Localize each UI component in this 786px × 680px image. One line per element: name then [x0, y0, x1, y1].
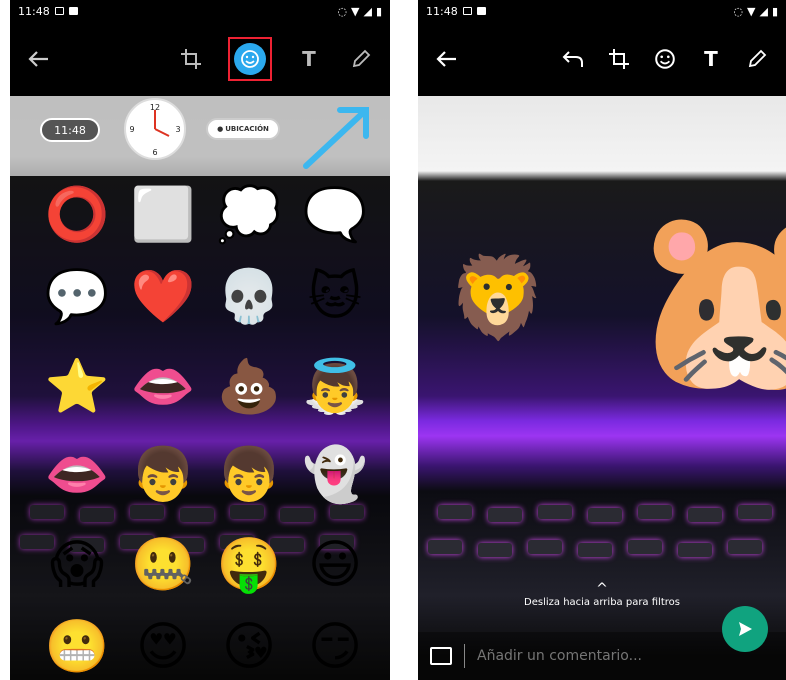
alarm-icon: ◌	[337, 4, 347, 18]
angel-sticker[interactable]: 👼	[300, 352, 370, 422]
crop-rotate-icon[interactable]	[176, 44, 206, 74]
clock-number-3: 3	[175, 125, 180, 134]
clock-number-9: 9	[129, 125, 134, 134]
gallery-icon[interactable]	[430, 647, 452, 665]
chevron-up-icon: ^	[596, 581, 608, 597]
screaming-face-sticker[interactable]: 😱	[42, 530, 112, 600]
thought-bubble-sticker[interactable]: 💭	[214, 180, 284, 250]
poop-sticker[interactable]: 💩	[214, 352, 284, 422]
emoji-icon	[234, 43, 266, 75]
boy-sticker[interactable]: 👦	[128, 440, 198, 510]
swipe-up-hint[interactable]: ^ Desliza hacia arriba para filtros	[418, 581, 786, 608]
cat-face-sticker[interactable]: 🐱	[300, 262, 370, 332]
alarm-icon: ◌	[733, 4, 743, 18]
notification-icon	[476, 7, 486, 15]
battery-icon: ▮	[771, 4, 778, 18]
undo-icon[interactable]	[558, 44, 588, 74]
hamster-sticker[interactable]: 🐹	[628, 210, 786, 390]
kissing-face-sticker[interactable]: 😘	[214, 612, 284, 680]
circle-outline-sticker[interactable]: ⭕	[42, 180, 112, 250]
location-pin-icon: ●	[217, 125, 224, 133]
signal-icon: ◢	[759, 4, 768, 18]
pencil-icon[interactable]	[742, 44, 772, 74]
gallery-notification-icon	[462, 7, 472, 15]
arrow-sticker[interactable]	[300, 102, 376, 172]
status-time: 11:48	[18, 4, 50, 18]
zipper-mouth-sticker[interactable]: 🤐	[128, 530, 198, 600]
swipe-hint-text: Desliza hacia arriba para filtros	[524, 597, 680, 608]
back-arrow-icon[interactable]	[432, 44, 462, 74]
location-sticker[interactable]: ● UBICACIÓN	[206, 118, 280, 140]
editor-toolbar: T	[418, 22, 786, 96]
text-icon[interactable]: T	[294, 44, 324, 74]
notification-icon	[68, 7, 78, 15]
comment-input[interactable]	[477, 648, 717, 664]
wifi-icon: ▼	[351, 4, 360, 18]
sticker-tray: 11:48 12 3 6 9 ● UBICACIÓN	[10, 96, 390, 176]
send-button[interactable]	[722, 606, 768, 652]
grimacing-face-sticker[interactable]: 😬	[42, 612, 112, 680]
time-sticker[interactable]: 11:48	[40, 118, 100, 142]
gallery-notification-icon	[54, 7, 64, 15]
skull-sticker[interactable]: 💀	[214, 262, 284, 332]
square-outline-sticker[interactable]: ⬜	[128, 180, 198, 250]
right-screen: 11:48 ◌ ▼ ◢ ▮ T 🦁 🐹 ^ Desliza hacia arri…	[418, 0, 786, 680]
grinning-face-sticker[interactable]: 😃	[300, 530, 370, 600]
divider	[464, 644, 465, 668]
lion-sticker[interactable]: 🦁	[448, 258, 548, 338]
speech-bubble-sticker[interactable]: 🗨️	[300, 180, 370, 250]
pencil-icon[interactable]	[346, 44, 376, 74]
signal-icon: ◢	[363, 4, 372, 18]
heart-sticker[interactable]: ❤️	[128, 262, 198, 332]
lips-sticker[interactable]: 👄	[42, 440, 112, 510]
emoji-tool-highlighted[interactable]	[228, 37, 272, 81]
boy-sticker[interactable]: 👦	[214, 440, 284, 510]
crop-rotate-icon[interactable]	[604, 44, 634, 74]
text-icon[interactable]: T	[696, 44, 726, 74]
editor-toolbar: T	[10, 22, 390, 96]
lips-sticker[interactable]: 👄	[128, 352, 198, 422]
clock-sticker[interactable]: 12 3 6 9	[122, 96, 188, 162]
star-sticker[interactable]: ⭐	[42, 352, 112, 422]
location-sticker-label: UBICACIÓN	[225, 125, 269, 133]
battery-icon: ▮	[375, 4, 382, 18]
back-arrow-icon[interactable]	[24, 44, 54, 74]
status-time: 11:48	[426, 4, 458, 18]
status-bar: 11:48 ◌ ▼ ◢ ▮	[418, 0, 786, 22]
money-mouth-sticker[interactable]: 🤑	[214, 530, 284, 600]
send-icon	[739, 622, 752, 636]
clock-number-6: 6	[152, 148, 157, 157]
speech-box-sticker[interactable]: 💬	[42, 262, 112, 332]
left-screen: 11:48 ◌ ▼ ◢ ▮ T 11:48 12 3 6 9 ● UBICACI…	[10, 0, 390, 680]
emoji-icon[interactable]	[650, 44, 680, 74]
smirking-face-sticker[interactable]: 😏	[300, 612, 370, 680]
status-bar: 11:48 ◌ ▼ ◢ ▮	[10, 0, 390, 22]
ghost-sticker[interactable]: 👻	[300, 440, 370, 510]
wifi-icon: ▼	[747, 4, 756, 18]
heart-eyes-sticker[interactable]: 😍	[128, 612, 198, 680]
